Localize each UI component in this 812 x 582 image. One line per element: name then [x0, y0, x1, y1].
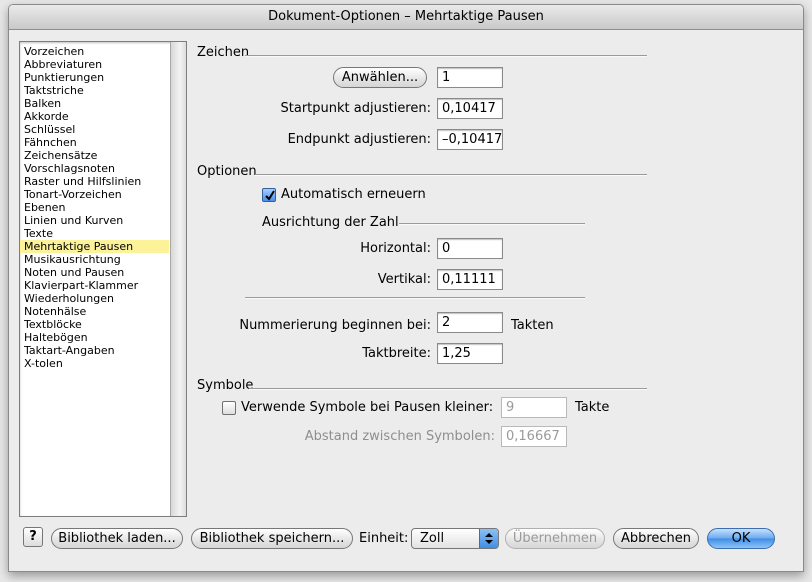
ok-button[interactable]: OK [707, 528, 775, 549]
section-divider [255, 174, 647, 176]
list-item[interactable]: Fähnchen [20, 136, 169, 149]
end-adjust-label: Endpunkt adjustieren: [287, 132, 431, 147]
section-zeichen-heading: Zeichen [197, 45, 250, 60]
list-item[interactable]: Texte [20, 227, 169, 240]
apply-button[interactable]: Übernehmen [505, 528, 605, 549]
end-adjust-field[interactable]: –0,10417 [437, 129, 503, 150]
section-symbole-heading: Symbole [197, 378, 254, 393]
auto-update-label: Automatisch erneuern [281, 187, 426, 202]
up-down-arrows-icon [479, 529, 498, 548]
select-value-field[interactable]: 1 [437, 67, 503, 88]
list-item[interactable]: Abbreviaturen [20, 58, 169, 71]
window-title: Dokument-Optionen – Mehrtaktige Pausen [9, 5, 803, 30]
use-symbols-checkbox[interactable] [222, 401, 236, 415]
list-item[interactable]: Balken [20, 97, 169, 110]
list-item[interactable]: Zeichensätze [20, 149, 169, 162]
numbering-label: Nummerierung beginnen bei: [239, 318, 431, 333]
list-item[interactable]: Noten und Pausen [20, 266, 169, 279]
alignment-divider [399, 223, 585, 225]
list-item[interactable]: X-tolen [20, 357, 169, 370]
list-item[interactable]: Vorzeichen [20, 45, 169, 58]
list-item[interactable]: Ebenen [20, 201, 169, 214]
unit-select[interactable]: Zoll [411, 528, 499, 549]
numbering-field[interactable]: 2 [437, 312, 503, 333]
symbol-spacing-field[interactable]: 0,16667 [501, 426, 567, 447]
help-button[interactable]: ? [23, 527, 43, 547]
start-adjust-field[interactable]: 0,10417 [437, 98, 503, 119]
section-optionen-heading: Optionen [197, 164, 257, 179]
symbol-spacing-label: Abstand zwischen Symbolen: [304, 429, 495, 444]
list-item[interactable]: Raster und Hilfslinien [20, 175, 169, 188]
list-item[interactable]: Tonart-Vorzeichen [20, 188, 169, 201]
list-item[interactable]: Akkorde [20, 110, 169, 123]
horizontal-field[interactable]: 0 [437, 238, 503, 259]
options-divider [245, 297, 585, 299]
list-item[interactable]: Taktart-Angaben [20, 344, 169, 357]
list-scrollbar[interactable] [170, 42, 186, 516]
list-item[interactable]: Notenhälse [20, 305, 169, 318]
vertical-label: Vertikal: [377, 272, 431, 287]
save-library-button[interactable]: Bibliothek speichern... [191, 528, 353, 549]
bar-width-field[interactable]: 1,25 [437, 343, 503, 364]
section-divider [249, 388, 647, 390]
list-item[interactable]: Mehrtaktige Pausen [20, 240, 169, 253]
bar-width-label: Taktbreite: [362, 346, 431, 361]
category-items: Vorzeichen Abbreviaturen Punktierungen Takt… [20, 45, 169, 370]
select-button[interactable]: Anwählen... [333, 67, 427, 88]
dialog-window: Dokument-Optionen – Mehrtaktige Pausen V… [8, 4, 804, 572]
checkmark-icon [265, 190, 275, 201]
start-adjust-label: Startpunkt adjustieren: [280, 101, 431, 116]
list-item[interactable]: Linien und Kurven [20, 214, 169, 227]
list-item[interactable]: Wiederholungen [20, 292, 169, 305]
list-item[interactable]: Haltebögen [20, 331, 169, 344]
vertical-field[interactable]: 0,11111 [437, 269, 503, 290]
list-item[interactable]: Punktierungen [20, 71, 169, 84]
list-item[interactable]: Musikausrichtung [20, 253, 169, 266]
category-list[interactable]: Vorzeichen Abbreviaturen Punktierungen Takt… [19, 41, 187, 517]
load-library-button[interactable]: Bibliothek laden... [51, 528, 183, 549]
section-divider [245, 55, 647, 57]
unit-label: Einheit: [359, 531, 409, 546]
use-symbols-label: Verwende Symbole bei Pausen kleiner: [241, 400, 494, 415]
auto-update-checkbox[interactable] [262, 188, 276, 202]
use-symbols-unit: Takte [575, 400, 610, 415]
list-item[interactable]: Schlüssel [20, 123, 169, 136]
unit-select-value: Zoll [420, 531, 445, 546]
horizontal-label: Horizontal: [360, 241, 431, 256]
list-item[interactable]: Klavierpart-Klammer [20, 279, 169, 292]
alignment-heading: Ausrichtung der Zahl [262, 215, 399, 230]
numbering-unit: Takten [511, 318, 554, 333]
list-item[interactable]: Taktstriche [20, 84, 169, 97]
list-item[interactable]: Vorschlagsnoten [20, 162, 169, 175]
use-symbols-field[interactable]: 9 [501, 397, 567, 418]
list-item[interactable]: Textblöcke [20, 318, 169, 331]
cancel-button[interactable]: Abbrechen [613, 528, 699, 549]
